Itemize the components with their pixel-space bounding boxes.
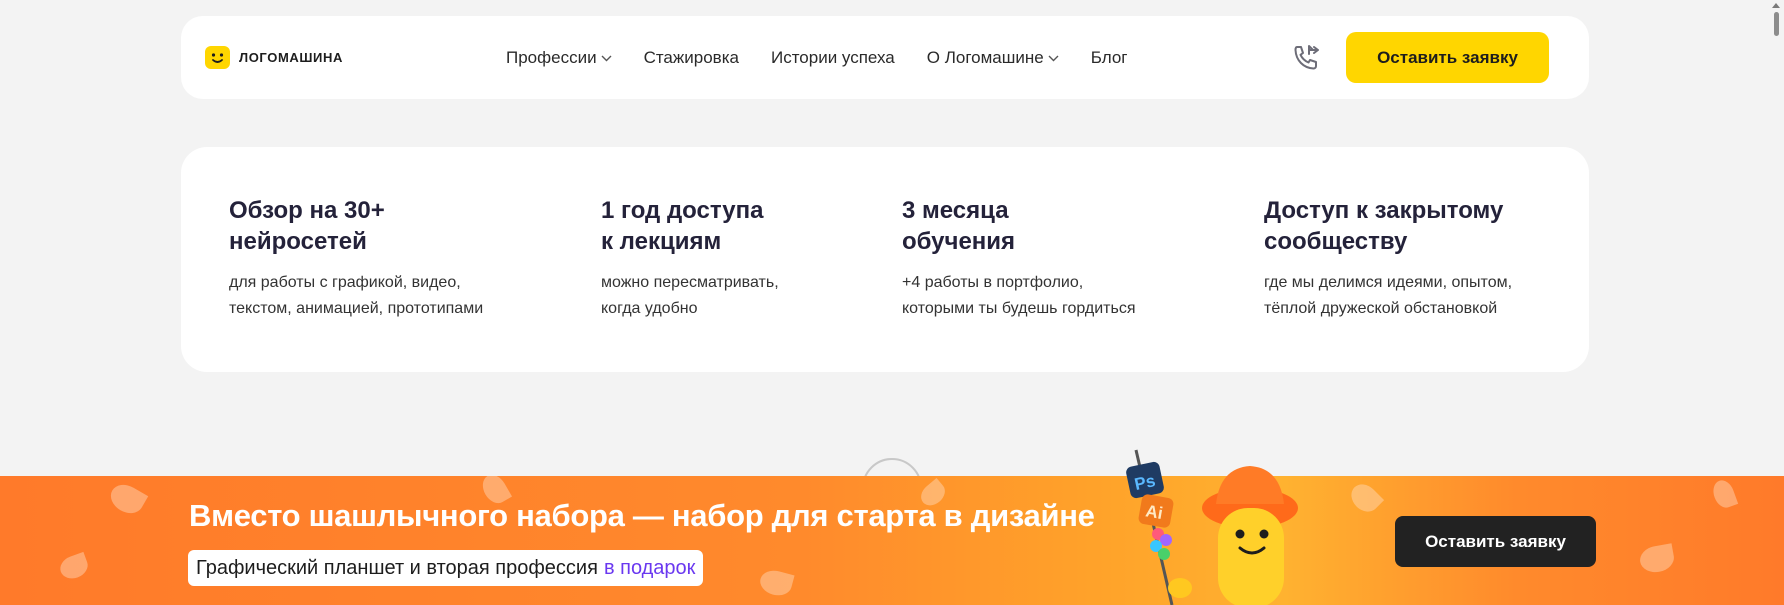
phone-callback-icon[interactable] xyxy=(1290,42,1322,74)
nav-item-internship[interactable]: Стажировка xyxy=(644,48,739,68)
nav-item-label: Профессии xyxy=(506,47,597,67)
feature-description: для работы с графикой, видео, текстом, а… xyxy=(229,274,484,317)
banner-subtitle: Графический планшет и вторая профессия в… xyxy=(188,550,704,586)
petal-decoration xyxy=(757,567,795,599)
feature-description: +4 работы в портфолио, которыми ты будеш… xyxy=(902,274,1136,317)
banner-gift-highlight[interactable]: в подарок xyxy=(604,557,695,580)
nav-item-label: О Логомашине xyxy=(926,47,1044,67)
petal-decoration xyxy=(1345,478,1385,518)
feature-description: где мы делимся идеями, опытом, тёплой др… xyxy=(1264,274,1513,317)
nav-item-label: Блог xyxy=(1090,47,1128,67)
logo-text: ЛОГОМАШИНА xyxy=(239,50,343,65)
scroll-up-arrow-icon[interactable] xyxy=(1772,3,1780,8)
promo-banner: Вместо шашлычного набора — набор для ста… xyxy=(0,476,1784,605)
petal-decoration xyxy=(105,479,149,519)
hat-crown xyxy=(1216,466,1284,504)
feature-item: 1 год доступа к лекциям можно пересматри… xyxy=(601,195,779,322)
feature-item: 3 месяца обучения +4 работы в портфолио,… xyxy=(902,195,1135,322)
mascot-illustration: Ps Ai xyxy=(1126,449,1298,605)
nav-item-blog[interactable]: Блог xyxy=(1091,48,1128,68)
feature-title: 3 месяца обучения xyxy=(902,197,1016,255)
nav-item-success-stories[interactable]: Истории успеха xyxy=(771,48,895,68)
feature-title: 1 год доступа к лекциям xyxy=(601,197,764,255)
logo-smiley-icon xyxy=(205,46,230,69)
nav-item-professions[interactable]: Профессии xyxy=(506,48,612,68)
mascot-body xyxy=(1218,508,1284,605)
header-submit-request-button[interactable]: Оставить заявку xyxy=(1346,32,1549,83)
petal-decoration xyxy=(1709,477,1739,511)
features-card: Обзор на 30+ нейросетей для работы с гра… xyxy=(181,147,1589,372)
feature-item: Обзор на 30+ нейросетей для работы с гра… xyxy=(229,195,483,322)
logo[interactable]: ЛОГОМАШИНА xyxy=(205,46,343,69)
banner-submit-request-button[interactable]: Оставить заявку xyxy=(1395,516,1596,567)
main-nav: Профессии Стажировка Истории успеха О Ло… xyxy=(506,16,1127,99)
feature-title: Доступ к закрытому сообществу xyxy=(1264,197,1504,255)
banner-subtitle-text: Графический планшет и вторая профессия xyxy=(196,556,598,579)
mascot-eye xyxy=(1259,529,1269,539)
nav-item-label: Истории успеха xyxy=(770,47,895,67)
chevron-down-icon xyxy=(601,55,612,62)
feature-item: Доступ к закрытому сообществу где мы дел… xyxy=(1264,195,1512,322)
banner-title: Вместо шашлычного набора — набор для ста… xyxy=(189,498,1095,533)
petal-decoration xyxy=(57,551,91,583)
nav-item-label: Стажировка xyxy=(643,47,739,67)
feature-description: можно пересматривать, когда удобно xyxy=(601,274,779,317)
skewer-label-ai: Ai xyxy=(1144,501,1164,523)
mascot-eye xyxy=(1235,529,1245,539)
skewer-bead xyxy=(1160,534,1172,546)
skewer-bead xyxy=(1158,548,1170,560)
chevron-down-icon xyxy=(1048,55,1059,62)
mascot-hand xyxy=(1168,578,1192,598)
feature-title: Обзор на 30+ нейросетей xyxy=(229,197,385,255)
nav-item-about[interactable]: О Логомашине xyxy=(927,48,1059,68)
petal-decoration xyxy=(1638,543,1676,575)
scrollbar-thumb[interactable] xyxy=(1774,12,1779,36)
site-header: ЛОГОМАШИНА Профессии Стажировка Истории … xyxy=(181,16,1589,99)
